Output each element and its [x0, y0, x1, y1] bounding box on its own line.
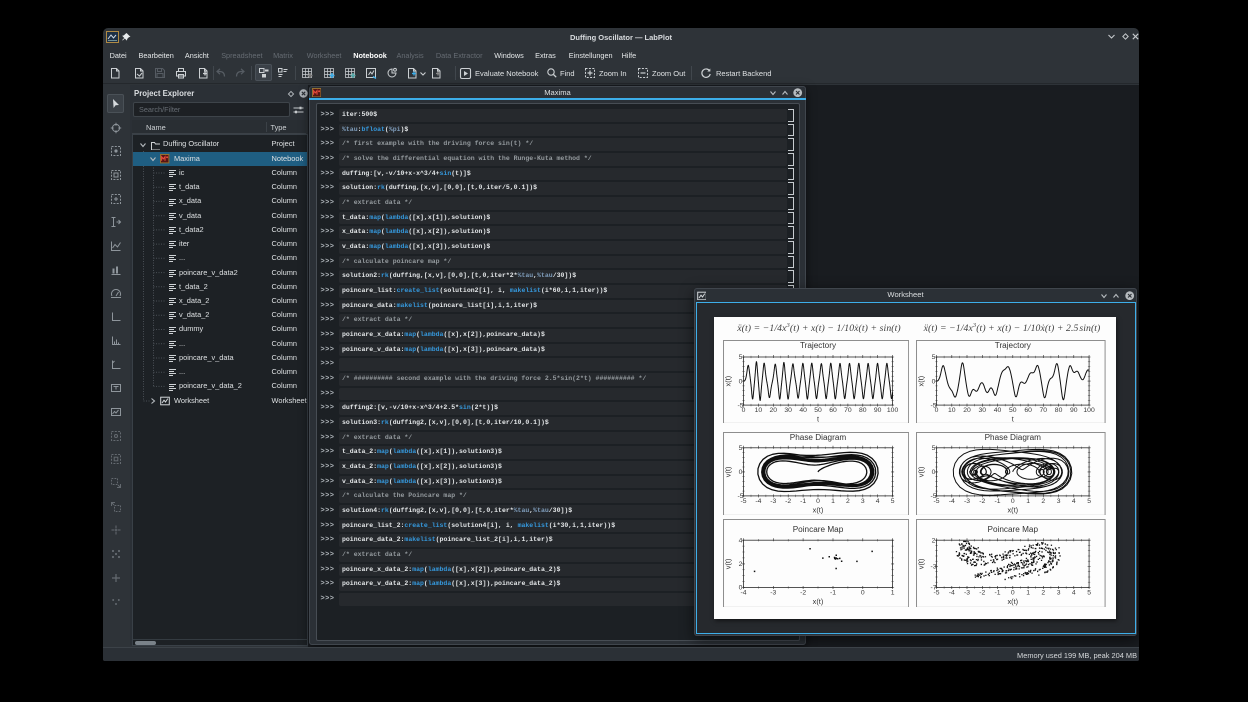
svg-text:-1: -1: [800, 497, 806, 504]
svg-text:60: 60: [1024, 407, 1032, 414]
svg-text:80: 80: [859, 407, 867, 414]
svg-text:-3: -3: [771, 589, 777, 596]
svg-text:v(t): v(t): [917, 558, 926, 569]
svg-text:-1: -1: [830, 589, 836, 596]
svg-text:30: 30: [979, 407, 987, 414]
svg-text:-2: -2: [785, 497, 791, 504]
svg-text:-4: -4: [756, 497, 762, 504]
svg-text:3: 3: [1057, 497, 1061, 504]
svg-text:Poincare Map: Poincare Map: [793, 524, 844, 533]
svg-text:90: 90: [874, 407, 882, 414]
svg-text:70: 70: [1040, 407, 1048, 414]
svg-text:90: 90: [1070, 407, 1078, 414]
svg-text:-3: -3: [771, 497, 777, 504]
svg-text:20: 20: [770, 407, 778, 414]
svg-text:-1: -1: [994, 589, 1000, 596]
svg-text:10: 10: [755, 407, 763, 414]
svg-text:50: 50: [815, 407, 823, 414]
svg-text:-5: -5: [930, 402, 936, 409]
svg-text:1: 1: [891, 589, 895, 596]
svg-text:-3: -3: [930, 563, 936, 570]
svg-text:2: 2: [1041, 589, 1045, 596]
svg-text:-2: -2: [800, 589, 806, 596]
svg-text:5: 5: [739, 445, 743, 452]
svg-text:5: 5: [932, 354, 936, 361]
svg-text:Poincare Map: Poincare Map: [988, 524, 1039, 533]
svg-text:-2: -2: [979, 589, 985, 596]
svg-text:0: 0: [861, 589, 865, 596]
svg-text:1: 1: [1026, 589, 1030, 596]
svg-text:3: 3: [861, 497, 865, 504]
svg-text:Trajectory: Trajectory: [800, 340, 837, 349]
svg-text:x(t): x(t): [813, 505, 824, 514]
svg-text:5: 5: [1087, 589, 1091, 596]
svg-text:Trajectory: Trajectory: [995, 340, 1032, 349]
svg-text:4: 4: [1072, 497, 1076, 504]
svg-text:0: 0: [932, 378, 936, 385]
svg-text:5: 5: [739, 354, 743, 361]
svg-text:x(t): x(t): [1007, 505, 1018, 514]
svg-text:v(t): v(t): [724, 466, 733, 477]
svg-text:v(t): v(t): [724, 558, 733, 569]
svg-text:x(t): x(t): [813, 597, 824, 606]
svg-text:Phase Diagram: Phase Diagram: [985, 432, 1042, 441]
svg-text:2: 2: [846, 497, 850, 504]
svg-text:70: 70: [844, 407, 852, 414]
svg-text:t: t: [817, 414, 819, 423]
svg-text:40: 40: [800, 407, 808, 414]
svg-text:0: 0: [816, 497, 820, 504]
svg-text:-2: -2: [979, 497, 985, 504]
svg-text:0: 0: [1011, 589, 1015, 596]
svg-text:4: 4: [1072, 589, 1076, 596]
svg-text:80: 80: [1055, 407, 1063, 414]
svg-text:x(t): x(t): [917, 375, 926, 386]
svg-text:v(t): v(t): [917, 466, 926, 477]
svg-text:-5: -5: [738, 402, 744, 409]
svg-text:-1: -1: [994, 497, 1000, 504]
svg-text:0: 0: [739, 378, 743, 385]
svg-text:30: 30: [785, 407, 793, 414]
svg-text:40: 40: [994, 407, 1002, 414]
svg-text:-4: -4: [949, 497, 955, 504]
svg-text:3: 3: [1057, 589, 1061, 596]
svg-text:1: 1: [1026, 497, 1030, 504]
svg-text:100: 100: [887, 407, 899, 414]
svg-text:x(t): x(t): [1007, 597, 1018, 606]
svg-text:50: 50: [1009, 407, 1017, 414]
svg-text:100: 100: [1083, 407, 1095, 414]
svg-text:-5: -5: [738, 493, 744, 500]
svg-text:4: 4: [876, 497, 880, 504]
svg-text:60: 60: [830, 407, 838, 414]
svg-text:Phase Diagram: Phase Diagram: [790, 432, 847, 441]
svg-text:5: 5: [891, 497, 895, 504]
svg-text:20: 20: [963, 407, 971, 414]
svg-text:-5: -5: [930, 493, 936, 500]
svg-text:5: 5: [932, 445, 936, 452]
svg-text:1: 1: [831, 497, 835, 504]
svg-text:-7: -7: [930, 584, 936, 591]
svg-text:0: 0: [932, 469, 936, 476]
svg-text:4: 4: [739, 537, 743, 544]
svg-text:0: 0: [1011, 497, 1015, 504]
svg-text:t: t: [1012, 414, 1014, 423]
svg-text:5: 5: [1087, 497, 1091, 504]
svg-text:10: 10: [948, 407, 956, 414]
svg-text:2: 2: [739, 561, 743, 568]
svg-text:0: 0: [739, 469, 743, 476]
svg-text:2: 2: [1041, 497, 1045, 504]
svg-text:0: 0: [739, 584, 743, 591]
svg-text:2: 2: [932, 537, 936, 544]
svg-text:x(t): x(t): [724, 375, 733, 386]
svg-text:-3: -3: [964, 497, 970, 504]
svg-text:-3: -3: [964, 589, 970, 596]
svg-text:-4: -4: [949, 589, 955, 596]
